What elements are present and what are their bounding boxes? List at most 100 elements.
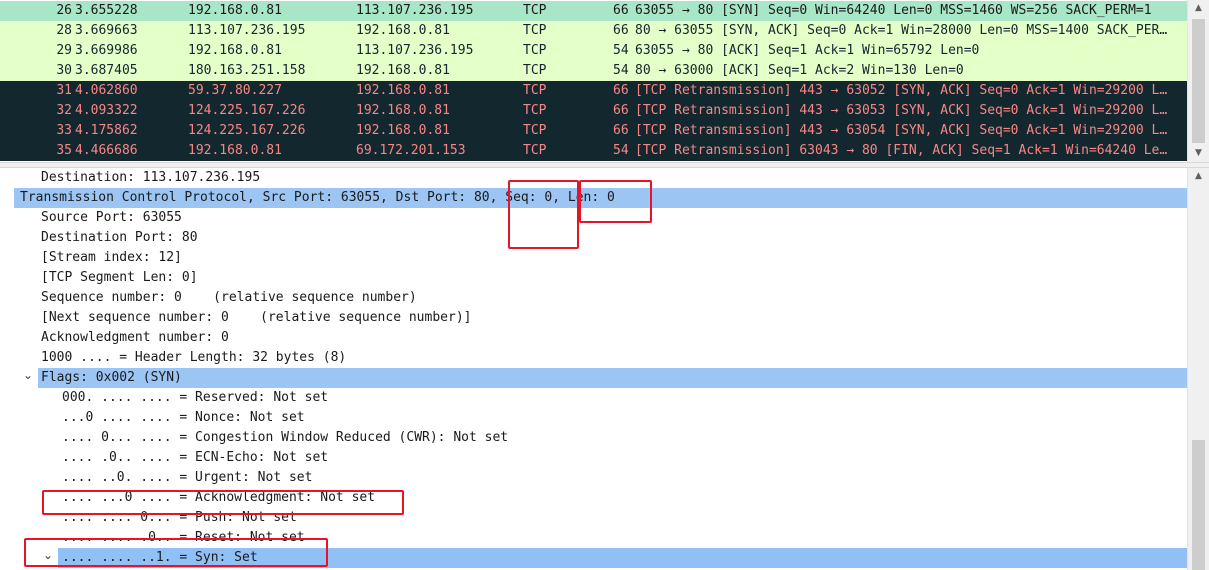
detail-text: Transmission Control Protocol, Src Port:…	[20, 190, 615, 205]
packet-cell-len: 66	[613, 103, 629, 118]
flag-reset-line[interactable]: .... .... .0.. = Reset: Not set	[0, 528, 1188, 548]
chevron-down-icon[interactable]: ⌄	[42, 545, 54, 565]
packet-cell-src: 113.107.236.195	[188, 23, 306, 38]
scrollbar-thumb[interactable]	[1192, 19, 1205, 143]
detail-text: [TCP Segment Len: 0]	[41, 270, 198, 285]
detail-text: Destination: 113.107.236.195	[41, 170, 261, 185]
packet-cell-no: 33	[56, 123, 72, 138]
detail-text: .... .... ..1. = Syn: Set	[62, 550, 258, 565]
sequence-number-line[interactable]: Sequence number: 0 (relative sequence nu…	[0, 288, 1188, 308]
packet-cell-time: 4.062860	[75, 83, 138, 98]
packet-cell-dst: 192.168.0.81	[356, 63, 450, 78]
packet-cell-info: [TCP Retransmission] 443 → 63053 [SYN, A…	[635, 103, 1168, 118]
detail-text: Flags: 0x002 (SYN)	[41, 370, 182, 385]
packet-row[interactable]: 35 4.466686 192.168.0.81 69.172.201.153 TCP 5…	[0, 141, 1188, 161]
flag-ack-line[interactable]: .... ...0 .... = Acknowledgment: Not set	[0, 488, 1188, 508]
detail-text: .... ..0. .... = Urgent: Not set	[62, 470, 313, 485]
packet-cell-len: 66	[613, 23, 629, 38]
packet-cell-info: [TCP Retransmission] 443 → 63052 [SYN, A…	[635, 83, 1168, 98]
packet-cell-dst: 192.168.0.81	[356, 103, 450, 118]
details-scrollbar[interactable]: ▲	[1187, 168, 1209, 570]
packet-cell-proto: TCP	[523, 83, 547, 98]
source-port-line[interactable]: Source Port: 63055	[0, 208, 1188, 228]
packet-cell-dst: 113.107.236.195	[356, 43, 474, 58]
packet-row[interactable]: 26 3.655228 192.168.0.81 113.107.236.195 TCP…	[0, 1, 1188, 21]
scrollbar-thumb[interactable]	[1192, 440, 1205, 570]
packet-cell-dst: 192.168.0.81	[356, 123, 450, 138]
next-sequence-line[interactable]: [Next sequence number: 0 (relative seque…	[0, 308, 1188, 328]
packet-row[interactable]: 31 4.062860 59.37.80.227 192.168.0.81 TCP 66 […	[0, 81, 1188, 101]
flag-reserved-line[interactable]: 000. .... .... = Reserved: Not set	[0, 388, 1188, 408]
packet-cell-src: 192.168.0.81	[188, 143, 282, 158]
packet-cell-time: 3.655228	[75, 3, 138, 18]
packet-cell-src: 59.37.80.227	[188, 83, 282, 98]
packet-cell-proto: TCP	[523, 3, 547, 18]
packet-cell-no: 29	[56, 43, 72, 58]
flag-nonce-line[interactable]: ...0 .... .... = Nonce: Not set	[0, 408, 1188, 428]
packet-details-pane[interactable]: Destination: 113.107.236.195 Transmission…	[0, 168, 1209, 570]
packet-cell-time: 4.466686	[75, 143, 138, 158]
arrow-down-icon[interactable]: ▼	[1188, 145, 1209, 162]
packet-row[interactable]: 28 3.669663 113.107.236.195 192.168.0.81 TCP…	[0, 21, 1188, 41]
packet-cell-info: 80 → 63055 [SYN, ACK] Seq=0 Ack=1 Win=28…	[635, 23, 1168, 38]
flag-syn-line[interactable]: ⌄ .... .... ..1. = Syn: Set	[43, 548, 1188, 568]
packet-cell-no: 31	[56, 83, 72, 98]
arrow-up-icon[interactable]: ▲	[1188, 168, 1209, 185]
detail-text: [Next sequence number: 0 (relative seque…	[41, 310, 472, 325]
flag-urgent-line[interactable]: .... ..0. .... = Urgent: Not set	[0, 468, 1188, 488]
detail-text: Sequence number: 0 (relative sequence nu…	[41, 290, 417, 305]
arrow-up-icon[interactable]: ▲	[1188, 0, 1209, 17]
flag-ecn-line[interactable]: .... .0.. .... = ECN-Echo: Not set	[0, 448, 1188, 468]
ip-destination-line[interactable]: Destination: 113.107.236.195	[0, 168, 1188, 188]
packet-cell-time: 4.175862	[75, 123, 138, 138]
packet-cell-dst: 192.168.0.81	[356, 23, 450, 38]
detail-text: Acknowledgment number: 0	[41, 330, 229, 345]
packet-cell-info: 63055 → 80 [SYN] Seq=0 Win=64240 Len=0 M…	[635, 3, 1152, 18]
packet-cell-len: 54	[613, 63, 629, 78]
detail-text: .... .... 0... = Push: Not set	[62, 510, 297, 525]
packet-cell-src: 192.168.0.81	[188, 43, 282, 58]
detail-text: .... .... .0.. = Reset: Not set	[62, 530, 305, 545]
packet-cell-len: 66	[613, 3, 629, 18]
packet-list-scrollbar[interactable]: ▲ ▼	[1187, 0, 1209, 162]
packet-cell-proto: TCP	[523, 23, 547, 38]
detail-text: Destination Port: 80	[41, 230, 198, 245]
packet-cell-info: [TCP Retransmission] 443 → 63054 [SYN, A…	[635, 123, 1168, 138]
packet-cell-proto: TCP	[523, 123, 547, 138]
packet-row[interactable]: 33 4.175862 124.225.167.226 192.168.0.81 TCP…	[0, 121, 1188, 141]
detail-text: .... .0.. .... = ECN-Echo: Not set	[62, 450, 329, 465]
packet-cell-no: 28	[56, 23, 72, 38]
packet-cell-info: 80 → 63000 [ACK] Seq=1 Ack=2 Win=130 Len…	[635, 63, 964, 78]
flag-push-line[interactable]: .... .... 0... = Push: Not set	[0, 508, 1188, 528]
chevron-down-icon[interactable]: ⌄	[22, 365, 34, 385]
packet-cell-no: 35	[56, 143, 72, 158]
packet-cell-time: 3.669663	[75, 23, 138, 38]
destination-port-line[interactable]: Destination Port: 80	[0, 228, 1188, 248]
stream-index-line[interactable]: [Stream index: 12]	[0, 248, 1188, 268]
segment-len-line[interactable]: [TCP Segment Len: 0]	[0, 268, 1188, 288]
ack-number-line[interactable]: Acknowledgment number: 0	[0, 328, 1188, 348]
packet-cell-src: 124.225.167.226	[188, 123, 306, 138]
packet-cell-info: [TCP Retransmission] 63043 → 80 [FIN, AC…	[635, 143, 1168, 158]
flags-line[interactable]: ⌄ Flags: 0x002 (SYN)	[23, 368, 1188, 388]
packet-row[interactable]: 32 4.093322 124.225.167.226 192.168.0.81 TCP…	[0, 101, 1188, 121]
flag-cwr-line[interactable]: .... 0... .... = Congestion Window Reduc…	[0, 428, 1188, 448]
detail-text: .... 0... .... = Congestion Window Reduc…	[62, 430, 509, 445]
packet-cell-len: 54	[613, 143, 629, 158]
packet-cell-dst: 69.172.201.153	[356, 143, 466, 158]
packet-list-pane[interactable]: 26 3.655228 192.168.0.81 113.107.236.195 TCP…	[0, 0, 1209, 162]
packet-row[interactable]: 29 3.669986 192.168.0.81 113.107.236.195 TCP…	[0, 41, 1188, 61]
detail-text: ...0 .... .... = Nonce: Not set	[62, 410, 305, 425]
tcp-header-line[interactable]: Transmission Control Protocol, Src Port:…	[14, 188, 1188, 208]
packet-cell-time: 3.669986	[75, 43, 138, 58]
detail-text: [Stream index: 12]	[41, 250, 182, 265]
packet-cell-no: 26	[56, 3, 72, 18]
packet-cell-no: 32	[56, 103, 72, 118]
packet-cell-no: 30	[56, 63, 72, 78]
detail-text: 000. .... .... = Reserved: Not set	[62, 390, 329, 405]
detail-text: 1000 .... = Header Length: 32 bytes (8)	[41, 350, 347, 365]
packet-cell-time: 3.687405	[75, 63, 138, 78]
packet-cell-len: 66	[613, 123, 629, 138]
packet-row[interactable]: 30 3.687405 180.163.251.158 192.168.0.81 TCP…	[0, 61, 1188, 81]
header-length-line[interactable]: 1000 .... = Header Length: 32 bytes (8)	[0, 348, 1188, 368]
